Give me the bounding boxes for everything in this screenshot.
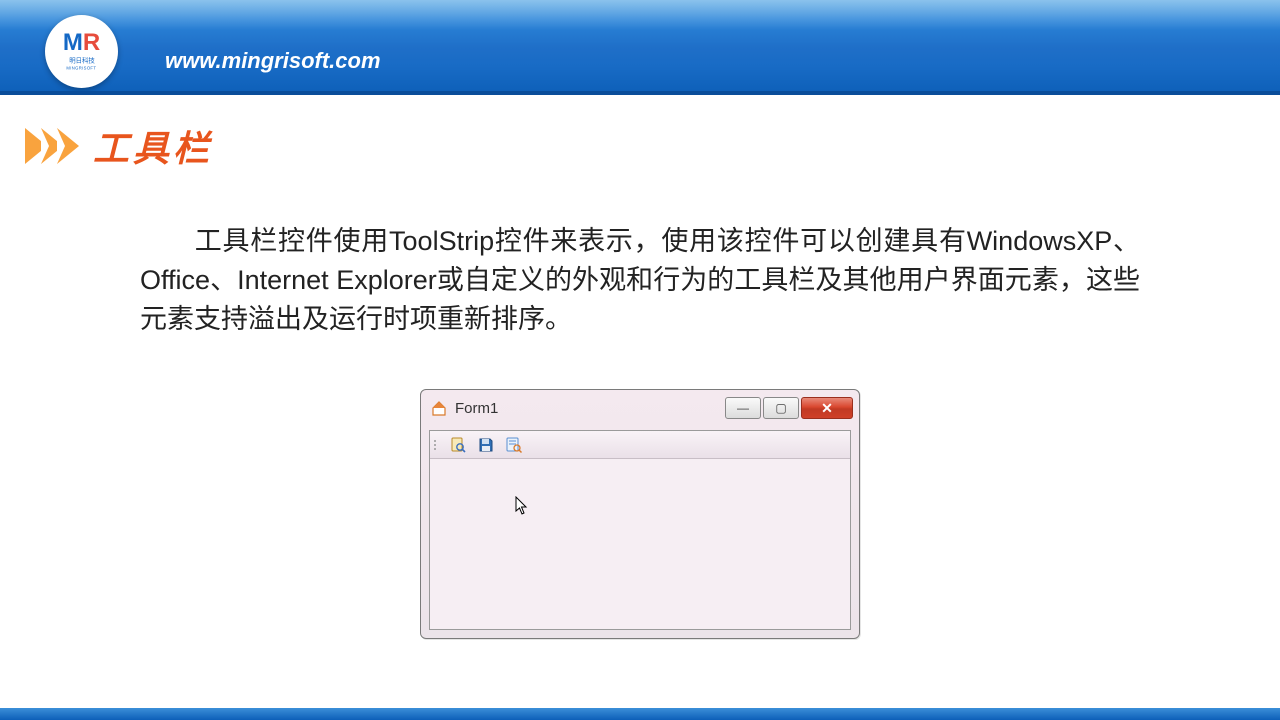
section-title-row: 工具栏 xyxy=(25,120,1280,172)
brand-logo: MR 明日科技 MINGRISOFT xyxy=(45,15,118,88)
save-icon[interactable] xyxy=(474,434,498,456)
footer-bar xyxy=(0,708,1280,720)
window-controls: — ▢ ✕ xyxy=(723,397,853,419)
minimize-button[interactable]: — xyxy=(725,397,761,419)
search-document-icon[interactable] xyxy=(446,434,470,456)
window-title: Form1 xyxy=(455,400,723,417)
page-header: MR 明日科技 MINGRISOFT www.mingrisoft.com xyxy=(0,0,1280,95)
example-window: Form1 — ▢ ✕ xyxy=(420,389,860,639)
toolstrip xyxy=(430,431,850,459)
logo-chinese: 明日科技 xyxy=(69,56,95,65)
page-search-icon[interactable] xyxy=(502,434,526,456)
site-url: www.mingrisoft.com xyxy=(165,48,381,74)
window-client-area xyxy=(429,430,851,630)
chevron-decor-icon xyxy=(25,128,73,164)
body-paragraph: 工具栏控件使用ToolStrip控件来表示，使用该控件可以创建具有Windows… xyxy=(140,222,1140,339)
maximize-button[interactable]: ▢ xyxy=(763,397,799,419)
close-button[interactable]: ✕ xyxy=(801,397,853,419)
body-text-content: 工具栏控件使用ToolStrip控件来表示，使用该控件可以创建具有Windows… xyxy=(140,226,1140,334)
logo-letters: MR xyxy=(63,31,100,55)
logo-english: MINGRISOFT xyxy=(67,67,97,71)
window-titlebar: Form1 — ▢ ✕ xyxy=(421,390,859,426)
app-icon xyxy=(431,400,447,416)
cursor-icon xyxy=(515,496,529,516)
toolstrip-grip-icon[interactable] xyxy=(434,440,440,450)
section-title: 工具栏 xyxy=(93,120,213,172)
